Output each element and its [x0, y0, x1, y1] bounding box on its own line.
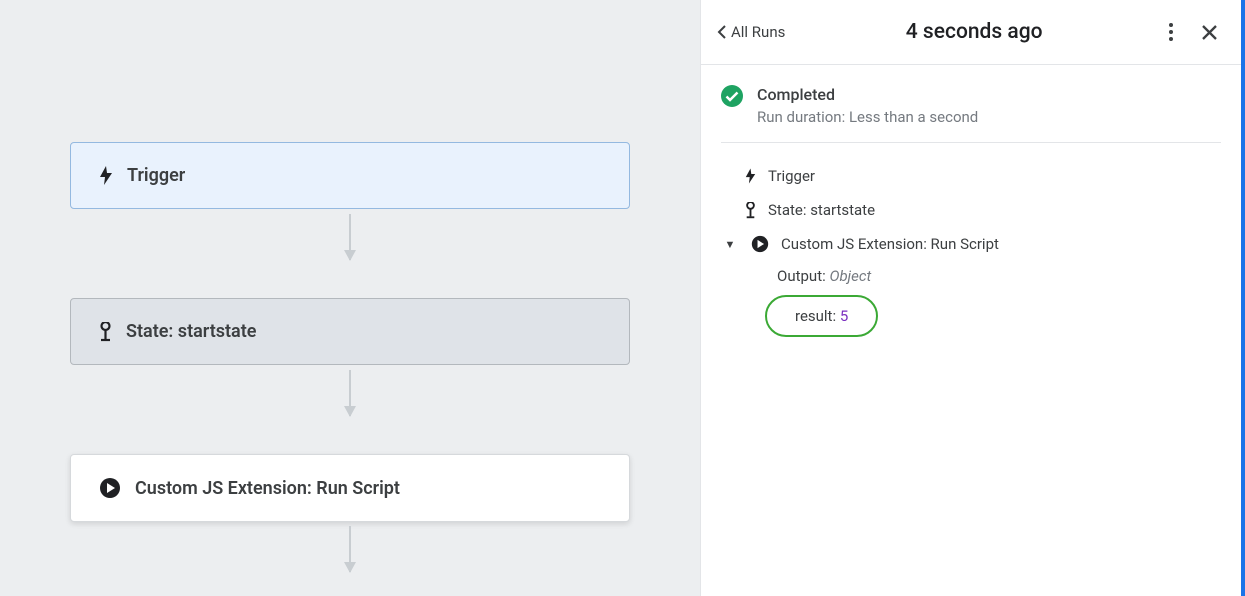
play-circle-icon [99, 477, 121, 499]
back-to-all-runs[interactable]: All Runs [711, 19, 791, 45]
panel-header: All Runs 4 seconds ago [701, 0, 1241, 65]
status-label: Completed [757, 85, 1221, 104]
node-state[interactable]: State: startstate [70, 298, 630, 365]
step-custom-label: Custom JS Extension: Run Script [781, 235, 999, 253]
run-details-panel: All Runs 4 seconds ago Completed Run dur… [700, 0, 1245, 596]
chevron-left-icon [717, 25, 727, 39]
step-state[interactable]: State: startstate [721, 193, 1221, 227]
node-state-label: State: startstate [126, 321, 256, 342]
run-steps-list: Trigger State: startstate ▼ Custom JS Ex… [701, 143, 1241, 353]
result-highlight: result: 5 [765, 295, 878, 337]
more-options-button[interactable] [1157, 18, 1185, 46]
step-trigger-label: Trigger [768, 167, 815, 185]
node-custom-label: Custom JS Extension: Run Script [135, 478, 400, 499]
connector-arrow [349, 214, 351, 260]
play-circle-icon [751, 235, 769, 253]
bolt-icon [99, 166, 113, 185]
back-label: All Runs [731, 23, 785, 41]
close-icon [1202, 25, 1217, 40]
connector-arrow [349, 370, 351, 416]
panel-title: 4 seconds ago [791, 20, 1157, 44]
step-trigger[interactable]: Trigger [721, 159, 1221, 193]
result-value: 5 [840, 307, 848, 325]
connector-arrow [349, 526, 351, 572]
check-circle-icon [721, 85, 743, 107]
result-label: result: [795, 307, 840, 325]
step-state-label: State: startstate [768, 201, 875, 219]
caret-down-icon: ▼ [721, 238, 739, 251]
node-custom-js[interactable]: Custom JS Extension: Run Script [70, 454, 630, 522]
milestone-icon [745, 202, 756, 219]
step-custom-js[interactable]: ▼ Custom JS Extension: Run Script [721, 227, 1221, 261]
header-actions [1157, 18, 1223, 46]
close-button[interactable] [1195, 18, 1223, 46]
output-row: Output: Object [721, 261, 1221, 289]
output-type: Object [829, 267, 871, 285]
run-status: Completed Run duration: Less than a seco… [701, 65, 1241, 142]
workflow-canvas: Trigger State: startstate Custom JS Exte… [0, 0, 700, 596]
status-duration: Run duration: Less than a second [757, 108, 1221, 126]
node-trigger-label: Trigger [127, 165, 185, 186]
node-trigger[interactable]: Trigger [70, 142, 630, 209]
more-vertical-icon [1169, 23, 1173, 41]
bolt-icon [745, 168, 756, 184]
output-label: Output: [777, 267, 829, 285]
milestone-icon [99, 322, 112, 342]
